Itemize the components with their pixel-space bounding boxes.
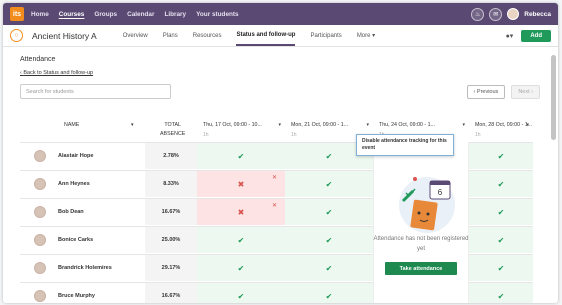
present-check-icon[interactable]: ✔: [469, 143, 533, 169]
total-absence-cell: 16.67%: [145, 199, 197, 225]
app-window: its Home Courses Groups Calendar Library Your…: [3, 3, 558, 303]
tab-overview[interactable]: Overview: [123, 25, 148, 46]
present-check-icon[interactable]: ✔: [197, 143, 285, 169]
tab-status-and-follow-up[interactable]: Status and follow-up: [236, 25, 296, 46]
student-name[interactable]: Bonice Carks: [58, 237, 93, 243]
course-header: ○ Ancient History A Overview Plans Resourc…: [3, 25, 558, 47]
previous-button[interactable]: ‹ Previous: [466, 84, 506, 99]
nav-item-courses[interactable]: Courses: [59, 11, 85, 18]
nav-item-your-students[interactable]: Your students: [196, 11, 239, 18]
take-attendance-button[interactable]: Take attendance: [385, 262, 457, 275]
attendance-empty-message: Attendance has not been registered yet: [373, 236, 469, 252]
present-check-icon[interactable]: ✔: [469, 199, 533, 225]
student-name-cell[interactable]: Bonice Carks: [20, 227, 145, 253]
student-name-cell[interactable]: Ann Heynes: [20, 171, 145, 197]
attendance-illustration-icon: 6: [399, 177, 455, 233]
tab-plans[interactable]: Plans: [163, 25, 178, 46]
course-title: Ancient History A: [32, 30, 97, 41]
present-check-icon[interactable]: ✔: [469, 171, 533, 197]
present-check-icon[interactable]: ✔: [197, 255, 285, 281]
app-logo[interactable]: its: [10, 7, 24, 21]
student-avatar: [34, 178, 46, 190]
student-name-cell[interactable]: Brandrick Holemires: [20, 255, 145, 281]
event-menu-caret-icon[interactable]: ▾: [366, 122, 369, 128]
absent-x-icon[interactable]: ✖ ✕: [197, 171, 285, 197]
present-check-icon[interactable]: ✔: [469, 255, 533, 281]
name-column-header[interactable]: NAME: [64, 122, 79, 128]
student-avatar: [34, 234, 46, 246]
search-input[interactable]: Search for students: [20, 84, 171, 99]
event-date-label: Thu, 17 Oct, 09:00 - 10...: [203, 122, 262, 128]
course-icon: ○: [10, 29, 23, 42]
back-link[interactable]: ‹ Back to Status and follow-up: [20, 70, 540, 76]
nav-item-home[interactable]: Home: [31, 11, 49, 18]
svg-text:6: 6: [438, 188, 443, 197]
total-absence-cell: 2.78%: [145, 143, 197, 169]
student-name-cell[interactable]: Alastair Hope: [20, 143, 145, 169]
event-date-label: Thu, 24 Oct, 09:00 - 1...: [379, 122, 435, 128]
present-check-icon[interactable]: ✔: [197, 283, 285, 303]
present-check-icon[interactable]: ✔: [197, 227, 285, 253]
student-name-cell[interactable]: Bob Dean: [20, 199, 145, 225]
user-avatar[interactable]: [507, 8, 520, 20]
present-check-icon[interactable]: ✔: [285, 199, 373, 225]
total-absence-cell: 25.00%: [145, 227, 197, 253]
student-avatar: [34, 150, 46, 162]
student-name[interactable]: Brandrick Holemires: [58, 265, 112, 271]
tab-more[interactable]: More ▾: [357, 25, 375, 46]
student-name[interactable]: Alastair Hope: [58, 153, 93, 159]
main-nav: Home Courses Groups Calendar Library Your stu…: [31, 11, 239, 18]
vertical-scrollbar[interactable]: [551, 55, 556, 140]
next-button[interactable]: Next ›: [511, 84, 540, 99]
event-duration: 1h: [475, 132, 481, 138]
student-avatar: [34, 206, 46, 218]
present-check-icon[interactable]: ✔: [469, 283, 533, 303]
nav-item-groups[interactable]: Groups: [94, 11, 117, 18]
notifications-icon[interactable]: ♨: [471, 7, 485, 21]
absent-x-icon[interactable]: ✖ ✕: [197, 199, 285, 225]
student-name[interactable]: Bruce Murphy: [58, 293, 95, 299]
total-absence-cell: 8.33%: [145, 171, 197, 197]
present-check-icon[interactable]: ✔: [285, 171, 373, 197]
event-column-header[interactable]: Thu, 17 Oct, 09:00 - 10... ▾ 1h: [203, 122, 285, 138]
present-check-icon[interactable]: ✔: [285, 283, 373, 303]
total-absence-cell: 16.67%: [145, 283, 197, 303]
user-name[interactable]: Rebecca: [524, 11, 551, 18]
student-avatar: [34, 290, 46, 302]
remove-absence-icon[interactable]: ✕: [272, 202, 277, 209]
messages-icon[interactable]: ✉: [489, 7, 503, 21]
event-column-header[interactable]: Mon, 28 Oct, 09:00 - 1... ▾ 1h: [475, 122, 533, 138]
course-tabs: Overview Plans Resources Status and follow-…: [123, 25, 375, 46]
nav-item-calendar[interactable]: Calendar: [127, 11, 154, 18]
student-avatar: [34, 262, 46, 274]
sort-caret-icon[interactable]: ▾: [131, 122, 134, 128]
event-menu-caret-icon[interactable]: ▾: [526, 122, 529, 128]
present-check-icon[interactable]: ✔: [469, 227, 533, 253]
present-check-icon[interactable]: ✔: [285, 227, 373, 253]
page-title: Attendance: [20, 56, 56, 63]
absence-column-header: TOTAL ABSENCE: [160, 122, 186, 137]
student-name[interactable]: Ann Heynes: [58, 181, 90, 187]
tab-resources[interactable]: Resources: [193, 25, 222, 46]
tab-participants[interactable]: Participants: [310, 25, 341, 46]
remove-absence-icon[interactable]: ✕: [272, 174, 277, 181]
event-date-label: Mon, 28 Oct, 09:00 - 1...: [475, 122, 533, 128]
nav-item-library[interactable]: Library: [164, 11, 186, 18]
event-menu-caret-icon[interactable]: ▾: [278, 122, 281, 128]
present-check-icon[interactable]: ✔: [285, 255, 373, 281]
event-duration: 1h: [203, 132, 209, 138]
event-menu-caret-icon[interactable]: ▾: [462, 122, 465, 128]
top-navigation-bar: its Home Courses Groups Calendar Library Your…: [3, 3, 558, 25]
event-date-label: Mon, 21 Oct, 09:00 - 1...: [291, 122, 349, 128]
student-name[interactable]: Bob Dean: [58, 209, 84, 215]
total-absence-cell: 29.17%: [145, 255, 197, 281]
disable-tracking-tooltip[interactable]: Disable attendance tracking for this eve…: [356, 134, 454, 156]
add-button[interactable]: Add: [521, 29, 551, 42]
student-name-cell[interactable]: Bruce Murphy: [20, 283, 145, 303]
person-menu-icon[interactable]: ●▾: [506, 32, 514, 40]
